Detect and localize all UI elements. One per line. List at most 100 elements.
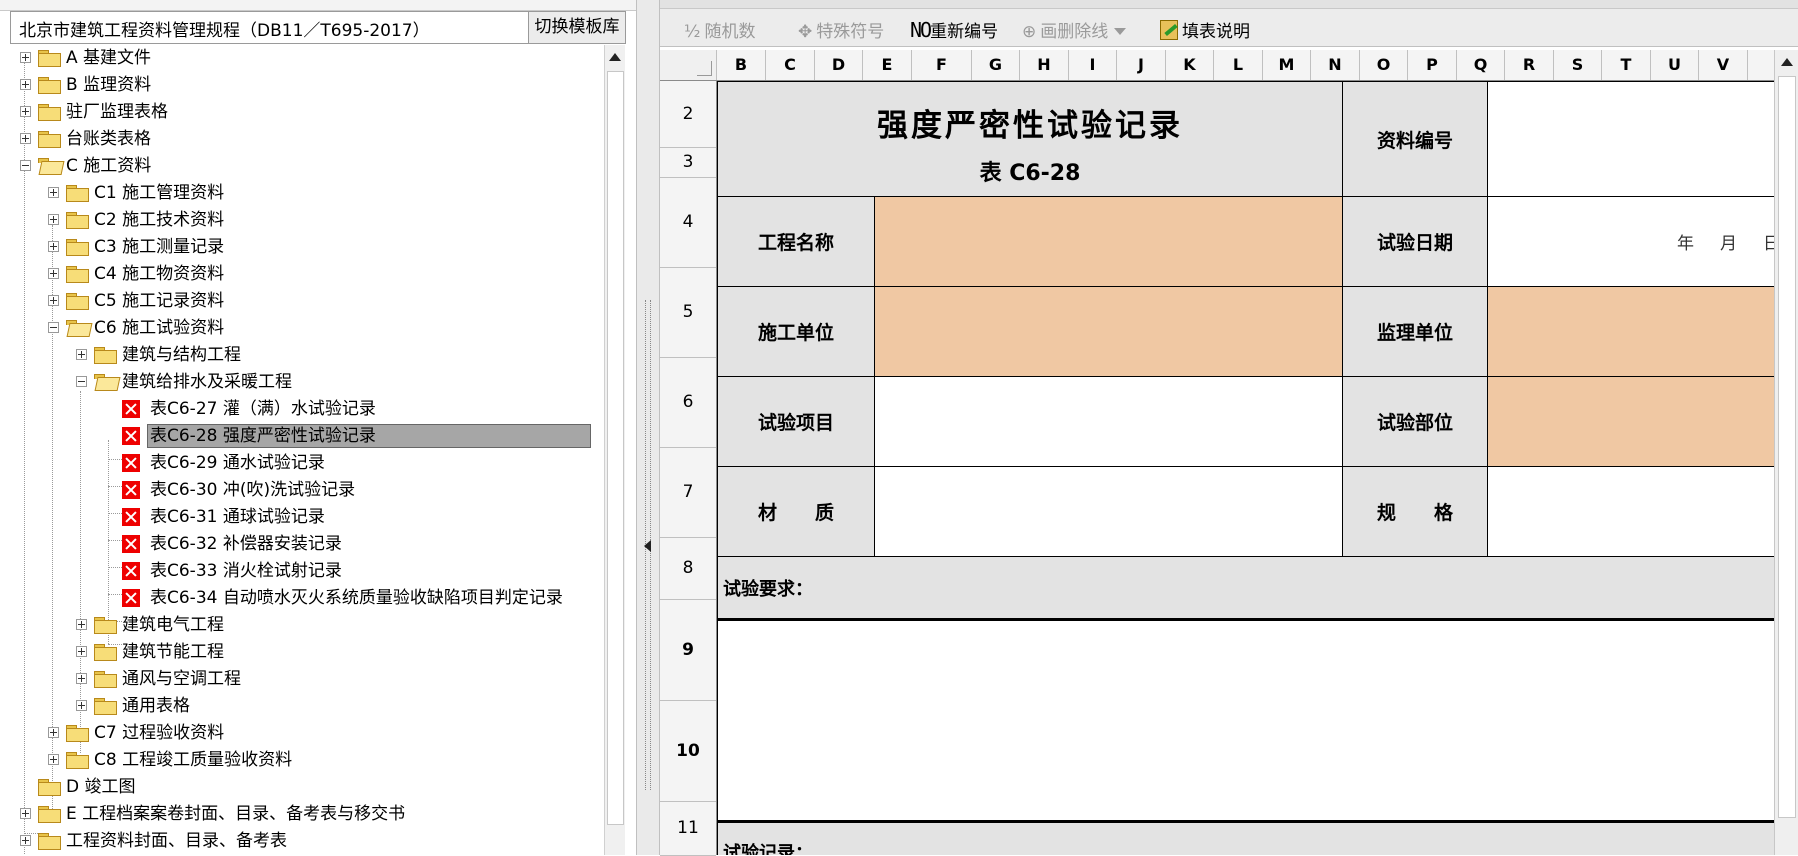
expand-icon[interactable] <box>76 349 87 360</box>
column-m[interactable]: M <box>1263 50 1311 80</box>
renumber-icon: NO <box>910 18 932 42</box>
column-c[interactable]: C <box>766 50 815 80</box>
expand-icon[interactable] <box>48 295 59 306</box>
folder-icon <box>94 698 117 715</box>
column-s[interactable]: S <box>1554 50 1602 80</box>
expand-icon[interactable] <box>20 133 31 144</box>
expand-icon[interactable] <box>76 619 87 630</box>
expand-icon[interactable] <box>48 268 59 279</box>
material-field[interactable] <box>874 466 1343 557</box>
folder-icon <box>66 293 89 310</box>
folder-icon <box>66 239 89 256</box>
test-date-label: 试验日期 <box>1342 196 1488 287</box>
test-item-field[interactable] <box>874 376 1343 467</box>
tree-scrollbar[interactable] <box>604 45 625 855</box>
random-number-button[interactable]: ½ 随机数 <box>684 17 755 42</box>
strikethrough-button[interactable]: ⊕ 画删除线 <box>1022 17 1127 42</box>
column-n[interactable]: N <box>1311 50 1360 80</box>
row-3[interactable]: 3 <box>660 148 716 178</box>
column-j[interactable]: J <box>1117 50 1166 80</box>
template-header: 北京市建筑工程资料管理规程（DB11／T695-2017） 切换模板库 <box>10 11 626 44</box>
expand-icon[interactable] <box>48 241 59 252</box>
supervision-unit-field[interactable] <box>1487 286 1774 377</box>
doc-no-value[interactable] <box>1487 81 1774 197</box>
test-date-field[interactable]: 年 月 日 <box>1487 196 1774 287</box>
special-symbol-button[interactable]: ✥ 特殊符号 <box>798 17 884 42</box>
scroll-up-icon[interactable] <box>1781 58 1793 66</box>
table-number: 表 C6-28 <box>979 160 1081 186</box>
column-h[interactable]: H <box>1020 50 1069 80</box>
expand-icon[interactable] <box>76 646 87 657</box>
column-k[interactable]: K <box>1166 50 1214 80</box>
expand-icon[interactable] <box>20 106 31 117</box>
tree-line <box>80 391 81 753</box>
expand-icon[interactable] <box>76 700 87 711</box>
sheet-scrollbar[interactable] <box>1774 50 1798 855</box>
collapse-icon[interactable] <box>48 322 59 333</box>
collapse-icon[interactable] <box>76 376 87 387</box>
dropdown-arrow-icon[interactable] <box>1114 28 1127 35</box>
folder-icon <box>38 50 61 67</box>
column-v[interactable]: V <box>1699 50 1748 80</box>
folder-icon <box>66 725 89 742</box>
column-i[interactable]: I <box>1069 50 1117 80</box>
collapse-left-icon[interactable] <box>644 540 651 552</box>
special-symbol-icon: ✥ <box>798 22 813 42</box>
scroll-up-icon[interactable] <box>609 53 621 61</box>
row-4[interactable]: 4 <box>660 178 716 268</box>
expand-icon[interactable] <box>20 835 31 846</box>
scroll-thumb[interactable] <box>607 71 624 825</box>
collapse-icon[interactable] <box>20 160 31 171</box>
row-6[interactable]: 6 <box>660 358 716 448</box>
column-e[interactable]: E <box>863 50 912 80</box>
test-location-field[interactable] <box>1487 376 1774 467</box>
scroll-thumb[interactable] <box>1778 76 1796 818</box>
expand-icon[interactable] <box>76 673 87 684</box>
expand-icon[interactable] <box>48 187 59 198</box>
folder-icon <box>38 833 61 850</box>
column-d[interactable]: D <box>815 50 863 80</box>
column-f[interactable]: F <box>912 50 972 80</box>
row-11[interactable]: 11 <box>660 802 716 856</box>
select-all-corner[interactable] <box>660 50 717 80</box>
column-p[interactable]: P <box>1408 50 1457 80</box>
project-name-field[interactable] <box>874 196 1343 287</box>
expand-icon[interactable] <box>20 808 31 819</box>
column-o[interactable]: O <box>1360 50 1408 80</box>
folder-open-icon <box>66 320 93 337</box>
folder-icon <box>38 779 61 796</box>
pane-splitter[interactable] <box>636 0 660 855</box>
column-r[interactable]: R <box>1505 50 1554 80</box>
row-2[interactable]: 2 <box>660 81 716 148</box>
column-q[interactable]: Q <box>1457 50 1505 80</box>
requirements-field[interactable] <box>717 618 1774 821</box>
expand-icon[interactable] <box>20 52 31 63</box>
row-header: 2 3 4 5 6 7 8 9 10 11 <box>660 81 717 856</box>
row-8[interactable]: 8 <box>660 538 716 600</box>
folder-icon <box>94 644 117 661</box>
construction-unit-field[interactable] <box>874 286 1343 377</box>
fill-instructions-button[interactable]: 填表说明 <box>1160 17 1250 42</box>
column-l[interactable]: L <box>1214 50 1263 80</box>
column-g[interactable]: G <box>972 50 1020 80</box>
project-name-label: 工程名称 <box>717 196 875 287</box>
switch-template-button[interactable]: 切换模板库 <box>528 12 625 43</box>
title-block[interactable]: 强度严密性试验记录 表 C6-28 <box>717 81 1343 197</box>
row-9[interactable]: 9 <box>660 600 716 701</box>
row-7[interactable]: 7 <box>660 448 716 538</box>
material-label: 材 质 <box>717 466 875 557</box>
column-u[interactable]: U <box>1651 50 1699 80</box>
row-5[interactable]: 5 <box>660 268 716 358</box>
random-number-icon: ½ <box>684 22 701 42</box>
renumber-button[interactable]: NO重新编号 <box>910 17 998 42</box>
folder-open-icon <box>94 374 121 391</box>
column-b[interactable]: B <box>717 50 766 80</box>
expand-icon[interactable] <box>48 727 59 738</box>
folder-icon <box>66 212 89 229</box>
spec-field[interactable] <box>1487 466 1774 557</box>
expand-icon[interactable] <box>48 214 59 225</box>
expand-icon[interactable] <box>20 79 31 90</box>
column-t[interactable]: T <box>1602 50 1651 80</box>
expand-icon[interactable] <box>48 754 59 765</box>
row-10[interactable]: 10 <box>660 701 716 802</box>
